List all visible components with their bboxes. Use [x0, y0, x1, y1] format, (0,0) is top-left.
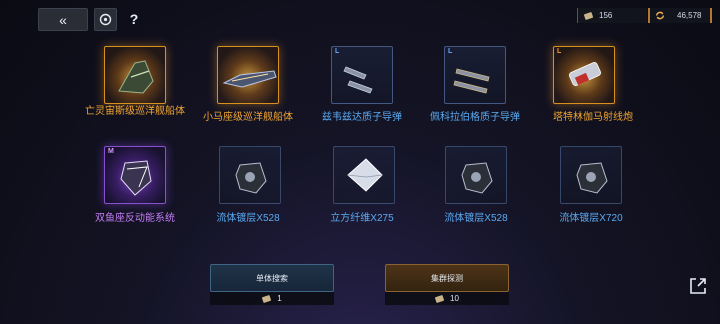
- item-label-7: 流体镀层X528: [216, 213, 280, 224]
- cubic-fiber-icon: [347, 158, 383, 192]
- item-label-10: 流体镀层X720: [559, 213, 623, 224]
- item-slot-10[interactable]: [560, 146, 622, 204]
- item-label-8: 立方纤维X275: [330, 213, 394, 224]
- coin-counter: 46,578: [648, 8, 712, 23]
- item-slot-1[interactable]: [104, 46, 166, 104]
- ticket-icon: [435, 294, 445, 303]
- ticket-counter: 156: [577, 8, 647, 23]
- cluster-probe-label: 集群探测: [431, 273, 463, 283]
- gamma-cannon-icon: [569, 62, 601, 86]
- double-chevron-left-icon: «: [59, 11, 67, 28]
- item-label-5: 塔特林伽马射线炮: [553, 112, 633, 123]
- single-search-cost: 1: [210, 292, 334, 305]
- coin-cycle-icon: [655, 11, 665, 20]
- top-bar: « ? 156 46,578: [0, 0, 720, 36]
- item-slot-3[interactable]: L: [331, 46, 393, 104]
- ticket-icon: [584, 11, 593, 20]
- item-slot-8[interactable]: [333, 146, 395, 204]
- ticket-count: 156: [599, 11, 613, 20]
- item-slot-4[interactable]: L: [444, 46, 506, 104]
- missile-icon: [343, 66, 373, 94]
- item-label-1: 亡灵宙斯级巡洋舰船体: [85, 106, 185, 117]
- item-slot-9[interactable]: [445, 146, 507, 204]
- refresh-button[interactable]: [94, 8, 117, 31]
- single-cost-value: 1: [277, 294, 282, 303]
- ring-icon: [99, 13, 112, 26]
- fluid-plating-icon: [461, 162, 493, 194]
- cluster-cost-value: 10: [450, 294, 459, 303]
- share-icon[interactable]: [688, 276, 708, 296]
- item-label-3: 兹韦兹达质子导弹: [322, 112, 402, 123]
- fluid-plating-icon: [576, 162, 608, 194]
- coin-count: 46,578: [677, 11, 702, 20]
- item-slot-6[interactable]: M: [104, 146, 166, 204]
- item-label-6: 双鱼座反动能系统: [95, 213, 175, 224]
- cluster-probe-cost: 10: [385, 292, 509, 305]
- item-slot-5[interactable]: L: [553, 46, 615, 104]
- item-label-9: 流体镀层X528: [444, 213, 508, 224]
- missile-icon: [453, 68, 490, 94]
- kinetic-system-icon: [120, 160, 152, 196]
- item-label-2: 小马座级巡洋舰船体: [203, 112, 293, 123]
- help-button[interactable]: ?: [125, 9, 143, 29]
- item-label-4: 佩科拉伯格质子导弹: [430, 112, 520, 123]
- item-slot-2[interactable]: [217, 46, 279, 104]
- ship-hull-icon: [118, 60, 154, 94]
- single-search-label: 单体搜索: [256, 273, 288, 283]
- single-search-button[interactable]: 单体搜索: [210, 264, 334, 292]
- cluster-probe-button[interactable]: 集群探测: [385, 264, 509, 292]
- cruiser-hull-icon: [222, 70, 277, 88]
- item-slot-7[interactable]: [219, 146, 281, 204]
- fluid-plating-icon: [235, 162, 267, 194]
- ticket-icon: [262, 294, 272, 303]
- back-button[interactable]: «: [38, 8, 88, 31]
